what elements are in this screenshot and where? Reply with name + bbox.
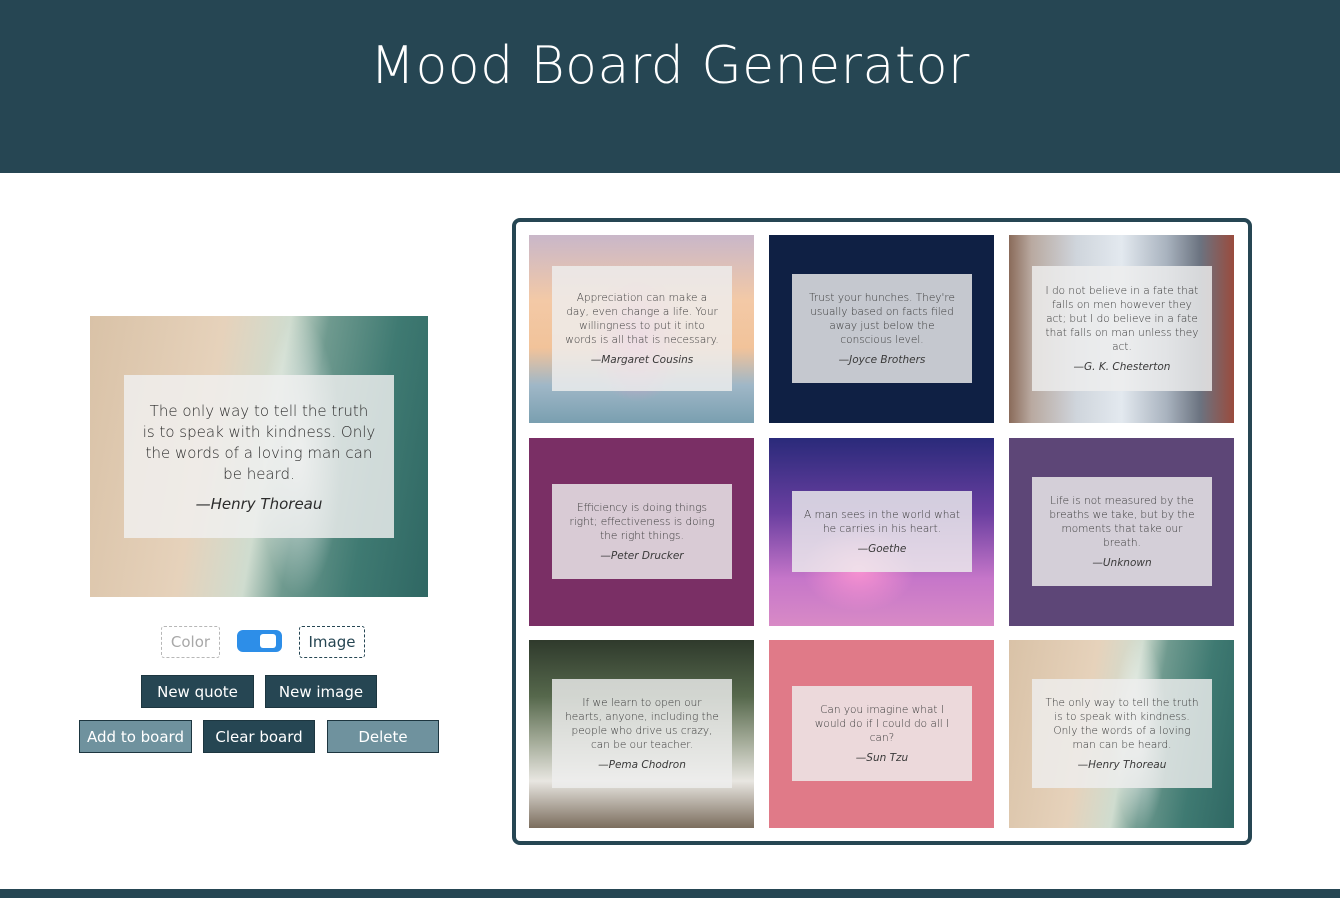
footer-bar <box>0 889 1340 898</box>
tile-quote-text: If we learn to open our hearts, anyone, … <box>565 697 719 751</box>
board-tile[interactable]: Can you imagine what I would do if I cou… <box>769 640 994 828</box>
page-title: Mood Board Generator <box>370 36 970 96</box>
preview-quote-text: The only way to tell the truth is to spe… <box>142 401 376 483</box>
tile-quote-card: I do not believe in a fate that falls on… <box>1032 266 1212 391</box>
tile-quote-author: —Margaret Cousins <box>590 354 694 366</box>
tile-quote-card: A man sees in the world what he carries … <box>792 491 972 572</box>
tile-quote-author: —Joyce Brothers <box>838 354 926 366</box>
tile-quote-text: Trust your hunches. They're usually base… <box>809 292 955 346</box>
tile-quote-author: —Peter Drucker <box>600 550 684 562</box>
tile-quote-author: —Pema Chodron <box>598 759 686 771</box>
clear-board-button[interactable]: Clear board <box>203 720 315 753</box>
background-switch[interactable] <box>237 630 282 652</box>
new-image-button[interactable]: New image <box>265 675 377 708</box>
quote-preview: The only way to tell the truth is to spe… <box>90 316 428 597</box>
new-quote-button[interactable]: New quote <box>141 675 254 708</box>
board-tile[interactable]: A man sees in the world what he carries … <box>769 438 994 626</box>
delete-button[interactable]: Delete <box>327 720 439 753</box>
add-to-board-button[interactable]: Add to board <box>79 720 192 753</box>
tile-quote-card: Can you imagine what I would do if I cou… <box>792 686 972 781</box>
board-tile[interactable]: The only way to tell the truth is to spe… <box>1009 640 1234 828</box>
page-header: Mood Board Generator <box>0 0 1340 173</box>
tile-quote-text: Appreciation can make a day, even change… <box>565 292 719 346</box>
board-tile[interactable]: If we learn to open our hearts, anyone, … <box>529 640 754 828</box>
tile-quote-card: Trust your hunches. They're usually base… <box>792 274 972 383</box>
image-option[interactable]: Image <box>299 626 365 658</box>
board-tile[interactable]: I do not believe in a fate that falls on… <box>1009 235 1234 423</box>
preview-quote-card: The only way to tell the truth is to spe… <box>124 375 394 538</box>
tile-quote-text: I do not believe in a fate that falls on… <box>1045 285 1199 353</box>
board-tile[interactable]: Appreciation can make a day, even change… <box>529 235 754 423</box>
tile-quote-card: Efficiency is doing things right; effect… <box>552 484 732 579</box>
board-tile[interactable]: Life is not measured by the breaths we t… <box>1009 438 1234 626</box>
board-tile[interactable]: Trust your hunches. They're usually base… <box>769 235 994 423</box>
tile-quote-author: —Goethe <box>857 543 907 555</box>
tile-quote-text: The only way to tell the truth is to spe… <box>1045 697 1199 751</box>
background-toggle: Color Image <box>0 626 520 660</box>
mood-board: Appreciation can make a day, even change… <box>512 218 1252 845</box>
switch-knob <box>260 634 276 648</box>
preview-quote-author: —Henry Thoreau <box>195 494 323 513</box>
tile-quote-card: The only way to tell the truth is to spe… <box>1032 679 1212 788</box>
tile-quote-card: Appreciation can make a day, even change… <box>552 266 732 391</box>
tile-quote-text: A man sees in the world what he carries … <box>804 509 960 535</box>
tile-quote-author: —Unknown <box>1092 557 1152 569</box>
board-tile[interactable]: Efficiency is doing things right; effect… <box>529 438 754 626</box>
tile-quote-card: Life is not measured by the breaths we t… <box>1032 477 1212 586</box>
tile-quote-author: —G. K. Chesterton <box>1073 361 1171 373</box>
tile-quote-author: —Henry Thoreau <box>1077 759 1167 771</box>
color-option[interactable]: Color <box>161 626 220 658</box>
tile-quote-text: Life is not measured by the breaths we t… <box>1049 495 1195 549</box>
tile-quote-card: If we learn to open our hearts, anyone, … <box>552 679 732 788</box>
tile-quote-text: Efficiency is doing things right; effect… <box>569 502 715 542</box>
tile-quote-text: Can you imagine what I would do if I cou… <box>814 704 950 744</box>
tile-quote-author: —Sun Tzu <box>855 752 909 764</box>
